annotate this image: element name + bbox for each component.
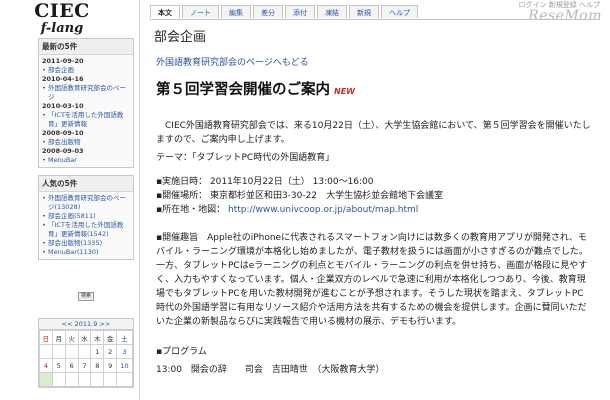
announcement-heading: 第５回学習会開催のご案内 NEW xyxy=(156,78,600,99)
tab-view[interactable]: 本文 xyxy=(150,5,180,18)
main-content: 部会企画 外国語教育研究部会のページへもどる 第５回学習会開催のご案内 NEW C… xyxy=(150,19,600,377)
popular-link[interactable]: 部会企画(5811) xyxy=(42,212,130,221)
tab-help[interactable]: ヘルプ xyxy=(381,5,418,18)
recent-link[interactable]: 部会出版物 xyxy=(42,138,130,147)
calendar-day xyxy=(77,344,92,359)
popular-link[interactable]: 「ICTを活用した外国語教育」更新情報(1542) xyxy=(42,221,130,239)
weekday: 火 xyxy=(64,330,79,345)
calendar-day xyxy=(103,372,118,387)
calendar-day xyxy=(64,372,79,387)
calendar-day: 10 xyxy=(116,358,133,373)
recent-link[interactable]: 部会企画 xyxy=(42,66,130,75)
weekday: 木 xyxy=(90,330,105,345)
recent-link[interactable]: MenuBar xyxy=(42,156,130,165)
calendar-day xyxy=(39,344,53,359)
map-link[interactable]: http://www.univcoop.or.jp/about/map.html xyxy=(228,205,418,215)
calendar-day: 9 xyxy=(103,358,118,373)
tab-note[interactable]: ノート xyxy=(182,5,219,18)
recent-title: 最新の5件 xyxy=(39,39,133,55)
recent-box: 最新の5件 2011-09-20 部会企画 2010-04-16 外国語教育研究… xyxy=(38,38,134,168)
popular-link[interactable]: 外国語教育研究部会のページ(13028) xyxy=(42,194,130,212)
calendar-day: 1 xyxy=(90,344,105,359)
tab-new[interactable]: 新規 xyxy=(349,5,379,18)
purpose-paragraph: ▪開催趣旨 Apple社のiPhoneに代表されるスマートフォン向けには数多くの… xyxy=(156,233,588,327)
calendar-grid: 日 月 火 水 木 金 土 1 2 3 4 5 6 7 8 9 10 xyxy=(39,330,133,387)
calendar: << 2011.9 >> 日 月 火 水 木 金 土 1 2 3 4 5 6 7… xyxy=(38,318,134,388)
site-logo[interactable]: CIEC f-lang xyxy=(22,0,102,36)
tab-diff[interactable]: 差分 xyxy=(253,5,283,18)
calendar-day xyxy=(77,372,92,387)
sidebar: CIEC f-lang 最新の5件 2011-09-20 部会企画 2010-0… xyxy=(0,0,140,400)
calendar-day xyxy=(116,372,133,387)
recent-date: 2010-04-16 xyxy=(42,75,84,83)
weekday: 土 xyxy=(116,330,133,345)
calendar-day: 3 xyxy=(116,344,133,359)
calendar-day xyxy=(90,372,105,387)
calendar-day: 8 xyxy=(90,358,105,373)
calendar-header[interactable]: << 2011.9 >> xyxy=(39,319,133,330)
heading-text: 第５回学習会開催のご案内 xyxy=(156,82,330,98)
map-label: ▪所在地・地図： xyxy=(156,205,226,215)
logo-line1: CIEC xyxy=(34,0,90,22)
calendar-day: 2 xyxy=(103,344,118,359)
weekday: 月 xyxy=(51,330,66,345)
back-link[interactable]: 外国語教育研究部会のページへもどる xyxy=(156,55,600,68)
new-badge: NEW xyxy=(334,87,355,96)
weekday: 金 xyxy=(103,330,118,345)
recent-link[interactable]: 「ICTを活用した外国語教育」更新情報 xyxy=(42,111,130,129)
weekday: 日 xyxy=(39,330,53,345)
calendar-day: 4 xyxy=(39,358,53,373)
search-button[interactable]: 検索 xyxy=(78,292,94,301)
datetime-line: ▪実施日時： 2011年10月22日（土） 13:00〜16:00 xyxy=(156,177,374,187)
tab-attach[interactable]: 添付 xyxy=(285,5,315,18)
program-label: ▪プログラム xyxy=(156,347,207,357)
recent-date: 2008-09-03 xyxy=(42,147,84,155)
weekday: 水 xyxy=(77,330,92,345)
theme-line: テーマ：「タブレットPC時代の外国語教育」 xyxy=(156,153,335,163)
recent-date: 2008-09-10 xyxy=(42,129,84,137)
calendar-day xyxy=(51,372,66,387)
venue-line: ▪開催場所： 東京都杉並区和田3-30-22 大学生協杉並会館地下会議室 xyxy=(156,191,444,201)
page-title: 部会企画 xyxy=(150,19,600,49)
calendar-day xyxy=(51,344,66,359)
popular-link[interactable]: 部会出版物(1335) xyxy=(42,239,130,248)
recent-date: 2011-09-20 xyxy=(42,57,84,65)
calendar-day xyxy=(64,344,79,359)
calendar-day xyxy=(39,372,53,387)
popular-box: 人気の5件 外国語教育研究部会のページ(13028) 部会企画(5811) 「I… xyxy=(38,175,134,260)
calendar-day: 6 xyxy=(64,358,79,373)
recent-link[interactable]: 外国語教育研究部会のページ xyxy=(42,84,130,102)
intro-paragraph: CIEC外国語教育研究部会では、来る10月22日（土）、大学生協会館において、第… xyxy=(156,121,591,145)
recent-date: 2010-03-10 xyxy=(42,102,84,110)
calendar-day: 5 xyxy=(51,358,66,373)
page-tabs: 本文 ノート 編集 差分 添付 凍結 新規 ヘルプ xyxy=(150,5,420,19)
calendar-day: 7 xyxy=(77,358,92,373)
tab-freeze[interactable]: 凍結 xyxy=(317,5,347,18)
map-line: ▪所在地・地図： http://www.univcoop.or.jp/about… xyxy=(156,203,592,217)
logo-line2: f-lang xyxy=(40,21,84,36)
popular-title: 人気の5件 xyxy=(39,176,133,192)
tab-edit[interactable]: 編集 xyxy=(221,5,251,18)
program-line: 13:00 開会の辞 司会 吉田晴世 （大阪教育大学） xyxy=(156,365,385,375)
popular-link[interactable]: MenuBar(1130) xyxy=(42,248,130,257)
